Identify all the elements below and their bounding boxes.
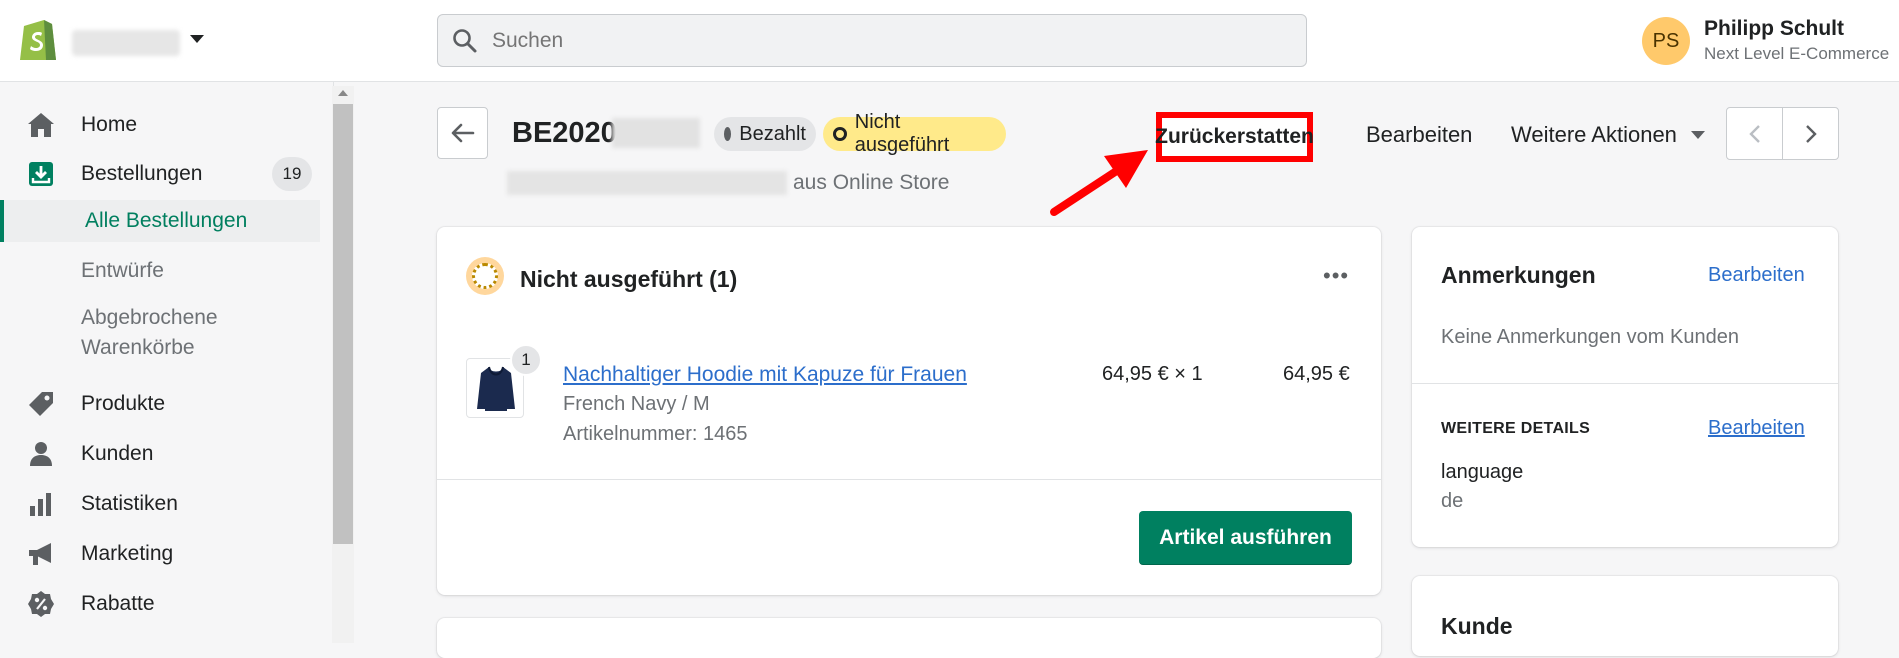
sidebar-item-marketing[interactable]: Marketing bbox=[0, 532, 320, 576]
previous-order-button[interactable] bbox=[1726, 107, 1783, 160]
user-shop-name: Next Level E-Commerce bbox=[1704, 44, 1890, 63]
sidebar-item-home[interactable]: Home bbox=[0, 103, 320, 147]
status-dot-icon bbox=[724, 127, 732, 141]
fulfillment-status-badge: Nicht ausgeführt bbox=[823, 111, 1006, 156]
card-divider bbox=[1412, 383, 1838, 384]
order-date-blurred bbox=[507, 171, 787, 195]
edit-notes-link[interactable]: Bearbeiten bbox=[1708, 264, 1805, 287]
sidebar-subitem-label: Abgebrochene bbox=[81, 306, 218, 329]
fulfill-items-button[interactable]: Artikel ausführen bbox=[1139, 511, 1352, 565]
fulfillment-status-label: Nicht ausgeführt bbox=[854, 111, 950, 156]
sidebar-item-label: Bestellungen bbox=[81, 162, 203, 185]
product-sku: Artikelnummer: 1465 bbox=[563, 423, 748, 445]
sidebar-scrollbar-thumb[interactable] bbox=[333, 104, 353, 544]
scroll-up-arrow-icon[interactable] bbox=[338, 90, 348, 96]
sidebar-item-label: Statistiken bbox=[81, 492, 178, 515]
product-link[interactable]: Nachhaltiger Hoodie mit Kapuze für Fraue… bbox=[563, 363, 967, 387]
chevron-down-icon[interactable] bbox=[1691, 131, 1705, 139]
home-icon bbox=[26, 110, 56, 140]
sidebar-subitem-label: Alle Bestellungen bbox=[85, 209, 248, 232]
megaphone-icon bbox=[26, 539, 56, 569]
unfulfilled-status-icon bbox=[466, 257, 504, 295]
next-card bbox=[437, 618, 1381, 658]
refund-button[interactable]: Zurückerstatten bbox=[1155, 112, 1314, 162]
person-icon bbox=[26, 439, 56, 469]
sidebar-item-label: Home bbox=[81, 113, 138, 136]
search-bar[interactable] bbox=[437, 14, 1307, 67]
order-number: BE2020 bbox=[512, 117, 617, 149]
orders-icon bbox=[26, 159, 56, 189]
sidebar-subitem-label: Warenkörbe bbox=[81, 336, 195, 359]
top-bar: PS Philipp Schult Next Level E-Commerce bbox=[0, 0, 1899, 82]
more-options-icon[interactable]: ••• bbox=[1323, 263, 1349, 289]
avatar[interactable]: PS bbox=[1642, 17, 1690, 65]
sidebar-item-discounts[interactable]: Rabatte bbox=[0, 582, 320, 626]
payment-status-badge: Bezahlt bbox=[714, 117, 816, 151]
sidebar-item-label: Rabatte bbox=[81, 592, 155, 615]
search-input[interactable] bbox=[492, 27, 1272, 55]
sidebar-subitem-drafts[interactable]: Entwürfe bbox=[0, 251, 320, 291]
sidebar-subitem-abandoned-checkouts[interactable]: Abgebrochene Warenkörbe bbox=[0, 300, 320, 360]
sidebar-item-label: Produkte bbox=[81, 392, 166, 415]
line-total: 64,95 € bbox=[1283, 363, 1350, 385]
user-name[interactable]: Philipp Schult bbox=[1704, 17, 1844, 41]
card-divider bbox=[437, 479, 1381, 480]
detail-key: language bbox=[1441, 461, 1524, 483]
arrow-left-icon bbox=[451, 123, 474, 143]
unfulfilled-card: Nicht ausgeführt (1) ••• 1 Nachhaltiger … bbox=[437, 227, 1381, 595]
edit-order-button[interactable]: Bearbeiten bbox=[1366, 122, 1472, 148]
edit-details-link[interactable]: Bearbeiten bbox=[1708, 417, 1805, 440]
sidebar-subitem-all-orders[interactable]: Alle Bestellungen bbox=[0, 200, 320, 242]
unit-price: 64,95 € × 1 bbox=[1102, 363, 1203, 385]
order-number-blurred bbox=[612, 118, 700, 148]
sidebar-item-customers[interactable]: Kunden bbox=[0, 432, 320, 476]
quantity-badge: 1 bbox=[510, 344, 542, 376]
bar-chart-icon bbox=[26, 489, 56, 519]
annotation-arrow-icon bbox=[1050, 150, 1148, 216]
status-ring-icon bbox=[833, 127, 847, 141]
chevron-down-icon[interactable] bbox=[190, 35, 204, 43]
notes-title: Anmerkungen bbox=[1441, 262, 1596, 288]
hoodie-image-icon bbox=[477, 366, 515, 411]
more-actions-button[interactable]: Weitere Aktionen bbox=[1511, 122, 1677, 148]
additional-details-heading: WEITERE DETAILS bbox=[1441, 420, 1591, 437]
product-variant: French Navy / M bbox=[563, 393, 710, 415]
sidebar-item-label: Marketing bbox=[81, 542, 174, 565]
sidebar: Home Bestellungen 19 Alle Bestellungen E… bbox=[0, 82, 334, 643]
notes-card: Anmerkungen Bearbeiten Keine Anmerkungen… bbox=[1412, 227, 1838, 547]
shopify-logo-icon[interactable] bbox=[18, 16, 58, 62]
sidebar-item-products[interactable]: Produkte bbox=[0, 382, 320, 426]
sidebar-item-label: Kunden bbox=[81, 442, 154, 465]
customer-card: Kunde bbox=[1412, 576, 1838, 656]
next-order-button[interactable] bbox=[1782, 107, 1839, 160]
search-icon bbox=[453, 29, 477, 53]
sidebar-subitem-label: Entwürfe bbox=[81, 259, 164, 282]
sidebar-item-orders[interactable]: Bestellungen 19 bbox=[0, 152, 320, 196]
payment-status-label: Bezahlt bbox=[739, 122, 806, 145]
orders-count-badge: 19 bbox=[272, 157, 312, 191]
notes-empty-text: Keine Anmerkungen vom Kunden bbox=[1441, 326, 1739, 348]
order-source: aus Online Store bbox=[793, 171, 950, 194]
sidebar-item-analytics[interactable]: Statistiken bbox=[0, 482, 320, 526]
chevron-left-icon bbox=[1748, 124, 1760, 143]
back-button[interactable] bbox=[437, 107, 488, 159]
card-title: Nicht ausgeführt (1) bbox=[520, 266, 738, 292]
store-name-blurred[interactable] bbox=[72, 30, 180, 56]
detail-value: de bbox=[1441, 490, 1464, 512]
tag-icon bbox=[26, 389, 56, 419]
discount-icon bbox=[26, 589, 56, 619]
customer-title: Kunde bbox=[1441, 613, 1513, 639]
chevron-right-icon bbox=[1805, 124, 1817, 143]
